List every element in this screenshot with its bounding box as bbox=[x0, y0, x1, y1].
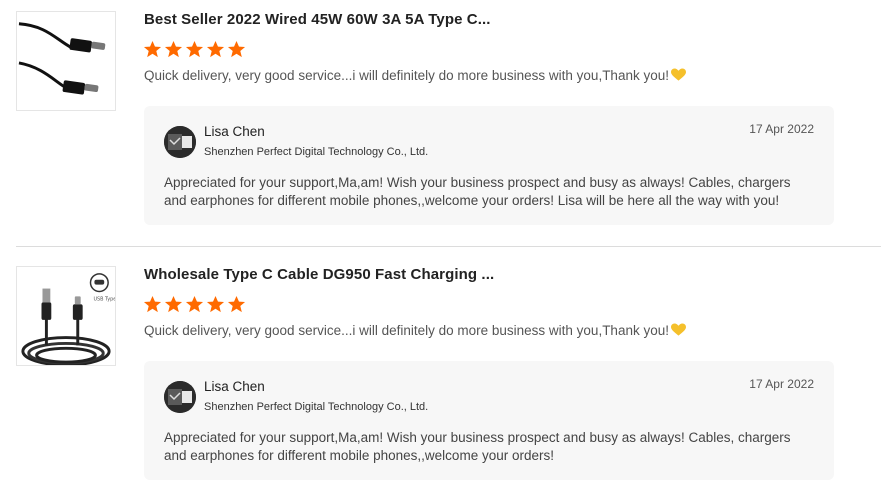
yellow-heart-icon bbox=[670, 68, 686, 81]
review-comment: Quick delivery, very good service...i wi… bbox=[144, 323, 686, 338]
product-title-link[interactable]: Wholesale Type C Cable DG950 Fast Chargi… bbox=[144, 266, 494, 283]
product-title[interactable]: Best Seller 2022 Wired 45W 60W 3A 5A Typ… bbox=[144, 11, 504, 28]
reply-date: 17 Apr 2022 bbox=[749, 377, 814, 391]
avatar bbox=[164, 381, 196, 413]
star-icon bbox=[143, 295, 162, 313]
rating-stars bbox=[143, 40, 246, 59]
star-icon bbox=[164, 295, 183, 313]
star-icon bbox=[206, 40, 225, 58]
star-icon bbox=[143, 40, 162, 58]
product-thumbnail[interactable] bbox=[16, 11, 116, 111]
star-icon bbox=[164, 40, 183, 58]
reply-date: 17 Apr 2022 bbox=[749, 122, 814, 136]
divider bbox=[16, 246, 881, 247]
review-comment-text: Quick delivery, very good service...i wi… bbox=[144, 68, 669, 83]
rating-stars bbox=[143, 295, 246, 314]
product-thumbnail[interactable]: USB Type-C bbox=[16, 266, 116, 366]
seller-company: Shenzhen Perfect Digital Technology Co.,… bbox=[204, 146, 429, 158]
review-comment: Quick delivery, very good service...i wi… bbox=[144, 68, 686, 83]
star-icon bbox=[185, 295, 204, 313]
seller-avatar-image bbox=[164, 381, 196, 413]
yellow-heart-icon bbox=[670, 323, 686, 336]
usb-c-cable-image bbox=[17, 12, 115, 110]
product-title-link[interactable]: Best Seller 2022 Wired 45W 60W 3A 5A Typ… bbox=[144, 11, 491, 28]
star-icon bbox=[227, 40, 246, 58]
product-title[interactable]: Wholesale Type C Cable DG950 Fast Chargi… bbox=[144, 266, 504, 283]
usb-cable-coil-image: USB Type-C bbox=[17, 267, 115, 365]
seller-company: Shenzhen Perfect Digital Technology Co.,… bbox=[204, 401, 429, 413]
reply-text: Appreciated for your support,Ma,am! Wish… bbox=[164, 175, 791, 208]
reply-text: Appreciated for your support,Ma,am! Wish… bbox=[164, 430, 791, 463]
svg-text:USB Type-C: USB Type-C bbox=[93, 296, 115, 302]
seller-name: Lisa Chen bbox=[204, 379, 265, 394]
review-comment-text: Quick delivery, very good service...i wi… bbox=[144, 323, 669, 338]
star-icon bbox=[227, 295, 246, 313]
seller-reply: Lisa Chen Shenzhen Perfect Digital Techn… bbox=[144, 106, 834, 225]
seller-avatar-image bbox=[164, 126, 196, 158]
seller-reply: Lisa Chen Shenzhen Perfect Digital Techn… bbox=[144, 361, 834, 480]
star-icon bbox=[185, 40, 204, 58]
seller-name: Lisa Chen bbox=[204, 124, 265, 139]
star-icon bbox=[206, 295, 225, 313]
avatar bbox=[164, 126, 196, 158]
